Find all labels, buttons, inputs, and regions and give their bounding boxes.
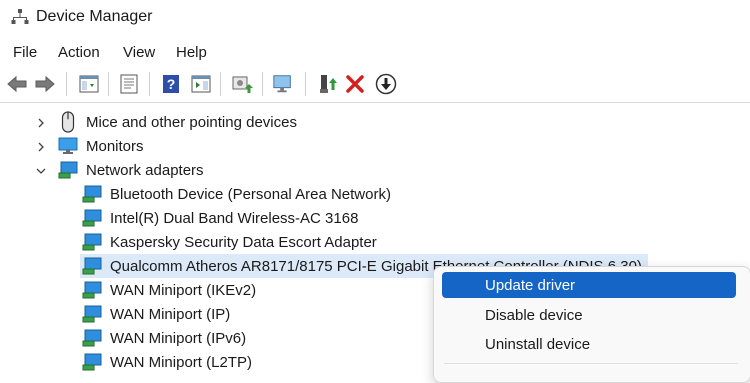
- toolbar-separator: [305, 72, 306, 96]
- tree-category-label: Network adapters: [86, 161, 204, 179]
- chevron-down-icon[interactable]: [35, 165, 47, 177]
- toolbar-separator: [149, 72, 150, 96]
- menu-bar: File Action View Help: [0, 40, 750, 66]
- tree-device-item[interactable]: WAN Miniport (L2TP): [82, 350, 252, 374]
- network-adapter-icon: [82, 185, 102, 203]
- device-manager-icon: [11, 9, 29, 24]
- menu-help[interactable]: Help: [176, 44, 207, 61]
- network-adapter-icon: [82, 305, 102, 323]
- menu-view[interactable]: View: [123, 44, 155, 61]
- tree-device-label: WAN Miniport (IP): [110, 305, 231, 323]
- tree-category-mice[interactable]: Mice and other pointing devices: [58, 110, 297, 134]
- tree-device-item[interactable]: Intel(R) Dual Band Wireless-AC 3168: [82, 206, 358, 230]
- window-title: Device Manager: [36, 8, 153, 25]
- toolbar-separator: [262, 72, 263, 96]
- tree-device-label: Intel(R) Dual Band Wireless-AC 3168: [110, 209, 359, 227]
- network-adapter-icon: [82, 209, 102, 227]
- scan-hardware-changes-icon[interactable]: [272, 73, 294, 95]
- chevron-right-icon[interactable]: [35, 117, 47, 129]
- help-icon[interactable]: ?: [160, 73, 182, 95]
- tree-category-label: Monitors: [86, 137, 144, 155]
- tree-device-label: WAN Miniport (IPv6): [110, 329, 247, 347]
- menu-file[interactable]: File: [13, 44, 37, 61]
- menu-item-disable-device[interactable]: Disable device: [442, 302, 736, 328]
- mouse-icon: [61, 111, 75, 133]
- network-adapter-icon: [82, 329, 102, 347]
- toolbar-separator: [220, 72, 221, 96]
- toolbar: ?: [0, 66, 750, 103]
- tree-device-label: Bluetooth Device (Personal Area Network): [110, 185, 391, 203]
- tree-device-item[interactable]: Bluetooth Device (Personal Area Network): [82, 182, 391, 206]
- tree-device-item[interactable]: WAN Miniport (IPv6): [82, 326, 246, 350]
- title-bar: Device Manager: [0, 0, 750, 38]
- properties-icon[interactable]: [118, 73, 140, 95]
- menu-item-update-driver[interactable]: Update driver: [442, 272, 736, 298]
- context-menu: Update driver Disable device Uninstall d…: [433, 266, 750, 383]
- enable-device-icon[interactable]: [316, 73, 338, 95]
- network-adapter-icon: [82, 257, 102, 275]
- svg-text:?: ?: [167, 76, 176, 92]
- toolbar-separator: [66, 72, 67, 96]
- uninstall-device-icon[interactable]: [344, 73, 366, 95]
- menu-item-label: Update driver: [485, 276, 576, 294]
- tree-device-item[interactable]: WAN Miniport (IP): [82, 302, 230, 326]
- network-adapter-icon: [82, 281, 102, 299]
- menu-item-label: Disable device: [485, 306, 583, 324]
- disable-device-icon[interactable]: [375, 73, 397, 95]
- network-adapter-icon: [82, 233, 102, 251]
- tree-category-network-adapters[interactable]: Network adapters: [58, 158, 204, 182]
- show-action-pane-icon[interactable]: [190, 73, 212, 95]
- tree-category-label: Mice and other pointing devices: [86, 113, 297, 131]
- show-hide-console-tree-icon[interactable]: [78, 73, 100, 95]
- monitor-icon: [58, 137, 78, 154]
- tree-device-label: WAN Miniport (L2TP): [110, 353, 252, 371]
- toolbar-separator: [108, 72, 109, 96]
- update-driver-icon[interactable]: [231, 73, 253, 95]
- tree-device-label: Kaspersky Security Data Escort Adapter: [110, 233, 377, 251]
- menu-action[interactable]: Action: [58, 44, 100, 61]
- forward-icon[interactable]: [34, 73, 56, 95]
- tree-device-item[interactable]: WAN Miniport (IKEv2): [82, 278, 256, 302]
- menu-separator: [444, 363, 738, 364]
- menu-item-label: Uninstall device: [485, 335, 591, 353]
- network-adapter-icon: [58, 161, 78, 179]
- tree-device-label: WAN Miniport (IKEv2): [110, 281, 257, 299]
- tree-device-item[interactable]: Kaspersky Security Data Escort Adapter: [82, 230, 377, 254]
- back-icon[interactable]: [6, 73, 28, 95]
- tree-category-monitors[interactable]: Monitors: [58, 134, 144, 158]
- menu-item-uninstall-device[interactable]: Uninstall device: [442, 331, 736, 357]
- network-adapter-icon: [82, 353, 102, 371]
- chevron-right-icon[interactable]: [35, 141, 47, 153]
